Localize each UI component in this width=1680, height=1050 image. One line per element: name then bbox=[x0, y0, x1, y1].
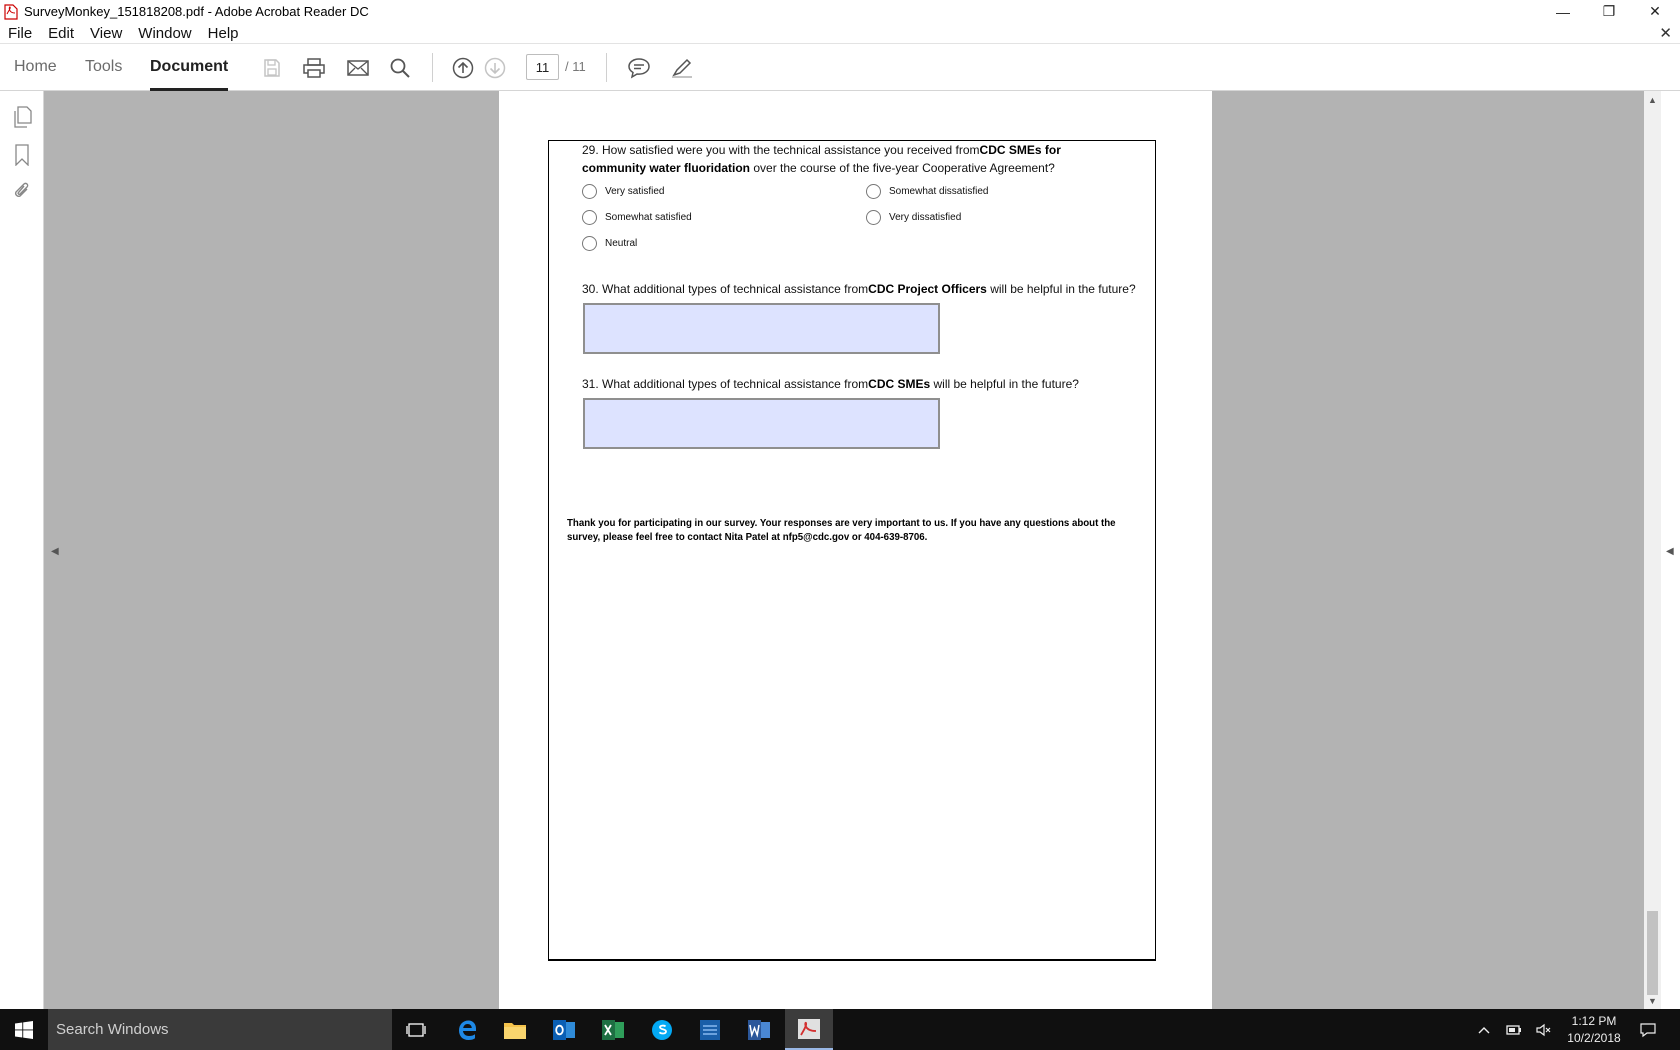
question-31-emphasis: CDC SMEs bbox=[868, 377, 931, 391]
title-bar: SurveyMonkey_151818208.pdf - Adobe Acrob… bbox=[0, 0, 1680, 23]
page-number-input[interactable]: 11 bbox=[526, 54, 559, 80]
scroll-down-icon[interactable]: ▼ bbox=[1644, 992, 1661, 1009]
question-31-suffix: will be helpful in the future? bbox=[930, 377, 1079, 391]
clock-time: 1:12 PM bbox=[1571, 1014, 1617, 1028]
menu-help[interactable]: Help bbox=[200, 25, 247, 42]
option-label: Very dissatisfied bbox=[889, 212, 962, 223]
print-icon[interactable] bbox=[302, 56, 326, 80]
windows-start-icon[interactable] bbox=[0, 1009, 48, 1050]
menu-view[interactable]: View bbox=[82, 25, 130, 42]
collapse-left-pane-icon[interactable]: ◀ bbox=[51, 546, 59, 557]
option-label: Somewhat dissatisfied bbox=[889, 186, 989, 197]
vertical-scrollbar[interactable]: ▲ ▼ bbox=[1644, 91, 1661, 1009]
tab-home[interactable]: Home bbox=[14, 44, 57, 91]
radio-button[interactable] bbox=[866, 184, 881, 199]
excel-icon[interactable] bbox=[589, 1009, 637, 1050]
option-label: Neutral bbox=[605, 238, 638, 249]
clock-date: 10/2/2018 bbox=[1567, 1031, 1621, 1045]
question-29-prefix: 29. How satisfied were you with the tech… bbox=[582, 143, 980, 157]
sas-icon[interactable] bbox=[686, 1009, 734, 1050]
restore-button[interactable]: ❐ bbox=[1586, 0, 1632, 23]
acrobat-icon[interactable] bbox=[785, 1009, 833, 1050]
radio-button[interactable] bbox=[866, 210, 881, 225]
bookmarks-icon[interactable] bbox=[10, 143, 34, 167]
menu-edit[interactable]: Edit bbox=[40, 25, 82, 42]
minimize-button[interactable]: — bbox=[1540, 0, 1586, 23]
tab-document[interactable]: Document bbox=[150, 44, 229, 91]
thank-you-note: Thank you for participating in our surve… bbox=[567, 518, 1116, 543]
menu-file[interactable]: File bbox=[0, 25, 40, 42]
radio-button[interactable] bbox=[582, 184, 597, 199]
expand-right-pane-icon[interactable]: ◀ bbox=[1666, 546, 1674, 557]
prev-page-icon[interactable] bbox=[451, 56, 475, 80]
window-title: SurveyMonkey_151818208.pdf - Adobe Acrob… bbox=[24, 4, 369, 19]
taskbar-search-input[interactable]: Search Windows bbox=[48, 1009, 392, 1050]
page-thumbnails-icon[interactable] bbox=[10, 105, 34, 129]
skype-icon[interactable] bbox=[638, 1009, 686, 1050]
network-icon[interactable] bbox=[1502, 1009, 1526, 1050]
page-total: / 11 bbox=[565, 59, 586, 74]
menu-bar: File Edit View Window Help ✕ bbox=[0, 23, 1680, 44]
question-31: 31. What additional types of technical a… bbox=[582, 375, 1142, 393]
search-icon[interactable] bbox=[388, 56, 412, 80]
option-label: Somewhat satisfied bbox=[605, 212, 692, 223]
email-icon[interactable] bbox=[346, 56, 370, 80]
document-viewer[interactable]: ◀ 29. How satisfied were you with the te… bbox=[44, 91, 1644, 1009]
tab-tools[interactable]: Tools bbox=[85, 44, 122, 91]
notifications-icon[interactable] bbox=[1636, 1009, 1660, 1050]
attachments-icon[interactable] bbox=[10, 179, 34, 203]
outlook-icon[interactable] bbox=[540, 1009, 588, 1050]
option-somewhat-satisfied[interactable]: Somewhat satisfied bbox=[582, 210, 692, 225]
next-page-icon[interactable] bbox=[483, 56, 507, 80]
question-30-emphasis: CDC Project Officers bbox=[868, 282, 987, 296]
pdf-page: 29. How satisfied were you with the tech… bbox=[499, 91, 1212, 1009]
toolbar: Home Tools Document 11 / 11 bbox=[0, 44, 1680, 91]
question-31-prefix: 31. What additional types of technical a… bbox=[582, 377, 869, 391]
option-label: Very satisfied bbox=[605, 186, 665, 197]
comment-icon[interactable] bbox=[627, 56, 651, 80]
question-30-prefix: 30. What additional types of technical a… bbox=[582, 282, 869, 296]
navigation-pane bbox=[0, 91, 44, 1009]
radio-button[interactable] bbox=[582, 236, 597, 251]
pdf-icon bbox=[4, 3, 18, 20]
question-29-suffix: over the course of the five-year Coopera… bbox=[750, 161, 1055, 175]
option-very-satisfied[interactable]: Very satisfied bbox=[582, 184, 664, 199]
highlight-icon[interactable] bbox=[670, 56, 694, 80]
question-30-answer-field[interactable] bbox=[583, 303, 940, 354]
toolbar-separator bbox=[432, 53, 433, 82]
scroll-up-icon[interactable]: ▲ bbox=[1644, 91, 1661, 108]
volume-icon[interactable] bbox=[1532, 1009, 1556, 1050]
close-button[interactable]: ✕ bbox=[1632, 0, 1678, 23]
option-somewhat-dissatisfied[interactable]: Somewhat dissatisfied bbox=[866, 184, 989, 199]
question-29: 29. How satisfied were you with the tech… bbox=[582, 141, 1102, 177]
menu-window[interactable]: Window bbox=[130, 25, 199, 42]
show-hidden-icons-icon[interactable] bbox=[1472, 1009, 1496, 1050]
close-document-button[interactable]: ✕ bbox=[1659, 24, 1672, 42]
question-31-answer-field[interactable] bbox=[583, 398, 940, 449]
question-30-suffix: will be helpful in the future? bbox=[986, 282, 1136, 296]
taskbar: Search Windows 1:12 PM 10/2/2018 bbox=[0, 1009, 1680, 1050]
word-icon[interactable] bbox=[735, 1009, 783, 1050]
right-pane-toggle[interactable]: ◀ bbox=[1661, 91, 1680, 1009]
option-very-dissatisfied[interactable]: Very dissatisfied bbox=[866, 210, 961, 225]
scrollbar-thumb[interactable] bbox=[1647, 911, 1658, 995]
edge-icon[interactable] bbox=[443, 1009, 491, 1050]
toolbar-separator bbox=[606, 53, 607, 82]
task-view-icon[interactable] bbox=[392, 1009, 440, 1050]
question-30: 30. What additional types of technical a… bbox=[582, 280, 1142, 298]
file-explorer-icon[interactable] bbox=[491, 1009, 539, 1050]
save-icon[interactable] bbox=[260, 56, 284, 80]
radio-button[interactable] bbox=[582, 210, 597, 225]
form-frame: 29. How satisfied were you with the tech… bbox=[548, 140, 1156, 961]
taskbar-clock[interactable]: 1:12 PM 10/2/2018 bbox=[1562, 1013, 1626, 1047]
option-neutral[interactable]: Neutral bbox=[582, 236, 637, 251]
